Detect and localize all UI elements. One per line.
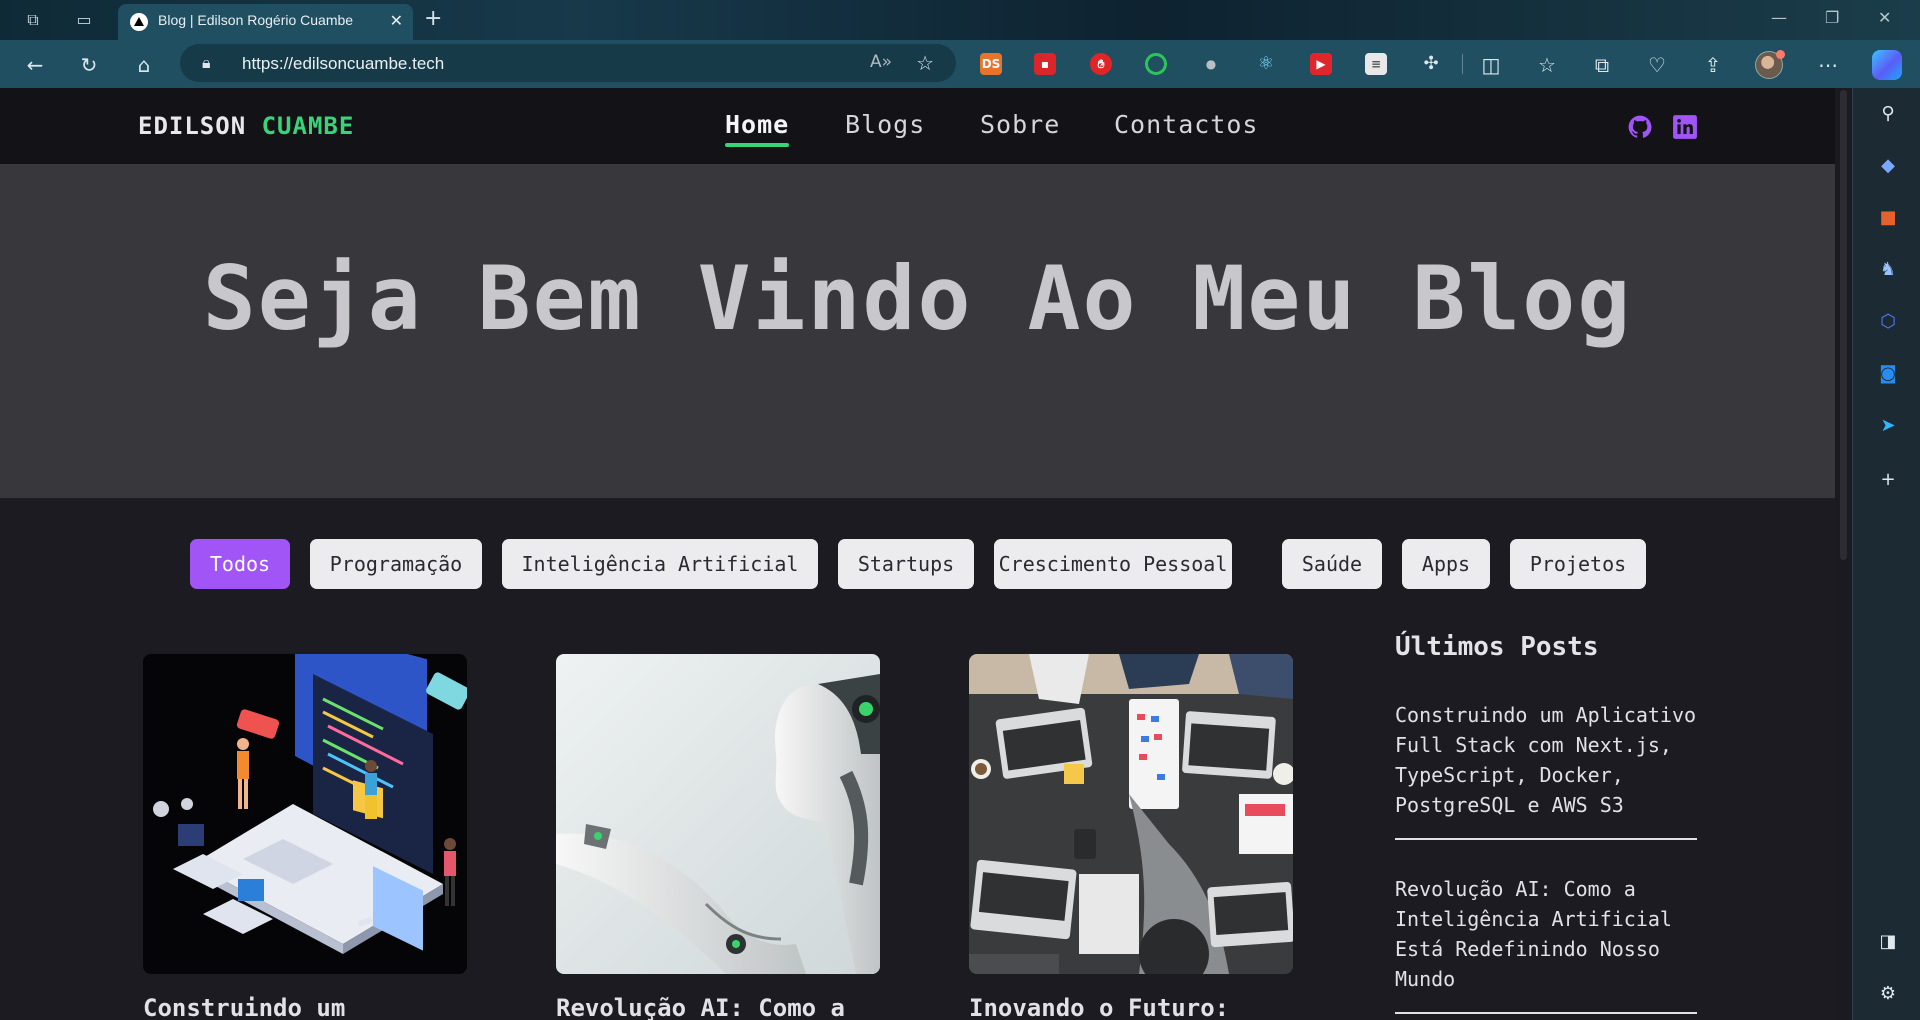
tab-close-icon[interactable]: ✕ [390, 11, 403, 30]
category-chip-crescimento[interactable]: Crescimento Pessoal [994, 539, 1232, 589]
post-card[interactable]: Revolução AI: Como a [556, 654, 880, 1020]
share-icon[interactable]: ⇪ [1700, 52, 1726, 78]
sidebar-settings-icon[interactable]: ⚙ [1876, 982, 1900, 1006]
page-scrollbar-thumb[interactable] [1840, 90, 1847, 560]
browser-titlebar: ⧉ ▭ Blog | Edilson Rogério Cuambe ✕ + — … [0, 0, 1920, 40]
post-title[interactable]: Revolução AI: Como a [556, 994, 845, 1020]
post-title[interactable]: Inovando o Futuro: [969, 994, 1229, 1020]
nav-home-link[interactable]: Home [725, 110, 790, 147]
logo-second-word: CUAMBE [261, 112, 355, 140]
hero-title: Seja Bem Vindo Ao Meu Blog [202, 247, 1633, 350]
post-image[interactable] [143, 654, 467, 974]
reload-icon[interactable]: ↻ [76, 52, 102, 78]
latest-post-link[interactable]: Revolução AI: Como a Inteligência Artifi… [1395, 874, 1697, 1014]
outlook-icon[interactable]: ◙ [1876, 362, 1900, 386]
red-extension-icon[interactable]: ▪ [1034, 53, 1056, 75]
latest-posts: Últimos Posts Construindo um Aplicativo … [1395, 632, 1697, 1014]
close-window-icon[interactable]: ✕ [1878, 8, 1891, 27]
browser-sidebar: ⚲ ◆ ■ ♞ ⬡ ◙ ➤ + ◨ ⚙ [1852, 88, 1920, 1020]
category-chip-saude[interactable]: Saúde [1282, 539, 1382, 589]
latest-post-link[interactable]: Construindo um Aplicativo Full Stack com… [1395, 700, 1697, 840]
post-card[interactable]: Inovando o Futuro: [969, 654, 1293, 1020]
figure-extension-icon[interactable]: ● [1200, 53, 1222, 75]
back-icon[interactable]: ← [22, 52, 48, 78]
lock-icon[interactable]: 🔒︎ [202, 53, 211, 73]
nav-sobre-link[interactable]: Sobre [980, 110, 1060, 139]
browser-toolbar: ← ↻ ⌂ 🔒︎ https://edilsoncuambe.tech A» ☆… [0, 40, 1920, 88]
category-chip-apps[interactable]: Apps [1402, 539, 1490, 589]
site-navbar: EDILSON CUAMBE Home Blogs Sobre Contacto… [0, 88, 1835, 164]
tab-title: Blog | Edilson Rogério Cuambe [158, 12, 354, 28]
hand-extension-icon[interactable]: ✋︎ [1090, 53, 1112, 75]
tools-briefcase-icon[interactable]: ■ [1876, 206, 1900, 230]
more-options-icon[interactable]: ⋯ [1815, 52, 1841, 78]
address-bar[interactable]: 🔒︎ https://edilsoncuambe.tech A» ☆ [180, 44, 956, 82]
search-icon[interactable]: ⚲ [1876, 102, 1900, 126]
logo-first-word: EDILSON [138, 112, 247, 140]
category-filter-bar: Todos Programação Inteligência Artificia… [0, 539, 1835, 589]
shopping-tag-icon[interactable]: ◆ [1876, 154, 1900, 178]
split-screen-icon[interactable]: ◫ [1478, 52, 1504, 78]
toolbar-separator [1462, 54, 1463, 74]
post-image[interactable] [969, 654, 1293, 974]
add-sidebar-app-icon[interactable]: + [1876, 468, 1900, 492]
notes-extension-icon[interactable]: ≡ [1365, 53, 1387, 75]
site-logo[interactable]: EDILSON CUAMBE [138, 112, 354, 140]
favorites-icon[interactable]: ☆ [1534, 52, 1560, 78]
url-text[interactable]: https://edilsoncuambe.tech [242, 54, 444, 74]
profile-notification-dot [1776, 50, 1785, 59]
browser-essentials-icon[interactable]: ♡ [1644, 52, 1670, 78]
collections-icon[interactable]: ⧉ [1589, 52, 1615, 78]
post-title[interactable]: Construindo um [143, 994, 345, 1020]
new-tab-icon[interactable]: + [424, 6, 442, 31]
category-chip-ia[interactable]: Inteligência Artificial [502, 539, 818, 589]
read-aloud-icon[interactable]: A» [870, 52, 892, 72]
react-devtools-icon[interactable]: ⚛ [1255, 53, 1277, 75]
copilot-icon[interactable] [1872, 50, 1902, 80]
restore-icon[interactable]: ❐ [1825, 8, 1839, 27]
green-ring-extension-icon[interactable] [1145, 53, 1167, 75]
drop-icon[interactable]: ➤ [1876, 414, 1900, 438]
web-page: EDILSON CUAMBE Home Blogs Sobre Contacto… [0, 88, 1835, 1020]
hide-sidebar-icon[interactable]: ◨ [1876, 930, 1900, 954]
workspaces-icon[interactable]: ⧉ [22, 9, 44, 31]
microsoft365-icon[interactable]: ⬡ [1876, 310, 1900, 334]
post-card[interactable]: Construindo um [143, 654, 467, 1020]
category-chip-programacao[interactable]: Programação [310, 539, 482, 589]
category-chip-startups[interactable]: Startups [838, 539, 974, 589]
ds-extension-icon[interactable]: DS [980, 53, 1002, 75]
post-image[interactable] [556, 654, 880, 974]
home-icon[interactable]: ⌂ [131, 52, 157, 78]
github-icon[interactable] [1627, 114, 1653, 140]
linkedin-icon[interactable] [1672, 114, 1698, 140]
games-icon[interactable]: ♞ [1876, 258, 1900, 282]
nav-contactos-link[interactable]: Contactos [1114, 110, 1258, 139]
category-chip-todos[interactable]: Todos [190, 539, 290, 589]
nav-blogs-link[interactable]: Blogs [845, 110, 925, 139]
category-chip-projetos[interactable]: Projetos [1510, 539, 1646, 589]
site-favicon-icon [130, 13, 148, 31]
puzzle-extensions-icon[interactable]: ✣ [1420, 53, 1442, 75]
youtube-extension-icon[interactable]: ▶ [1310, 53, 1332, 75]
hero-section: Seja Bem Vindo Ao Meu Blog [0, 164, 1835, 498]
browser-tab[interactable]: Blog | Edilson Rogério Cuambe ✕ [118, 4, 413, 40]
tab-actions-icon[interactable]: ▭ [73, 9, 95, 31]
latest-posts-heading: Últimos Posts [1395, 632, 1599, 662]
minimize-icon[interactable]: — [1771, 8, 1787, 27]
favorite-star-icon[interactable]: ☆ [916, 51, 934, 75]
